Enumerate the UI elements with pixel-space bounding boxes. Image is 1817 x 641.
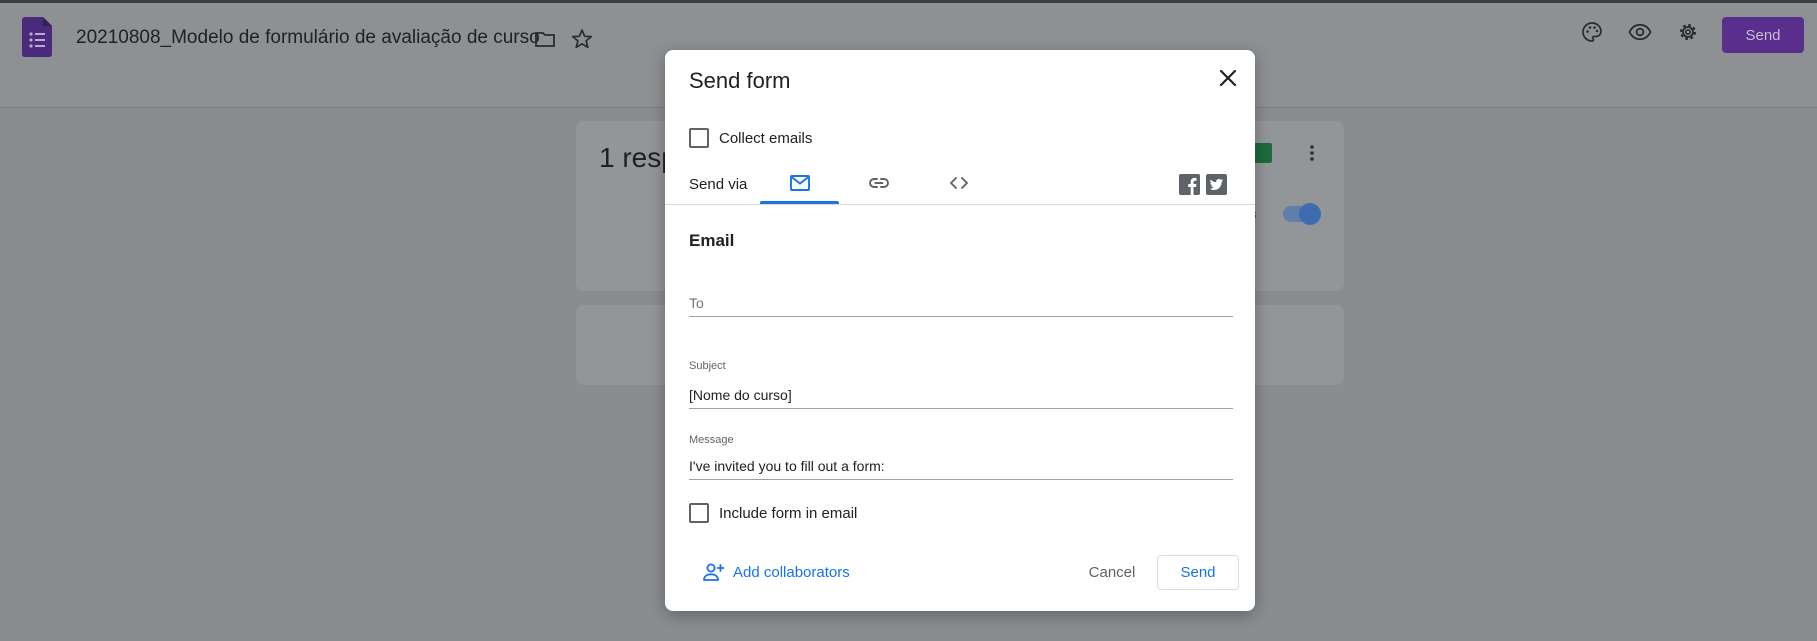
include-form-checkbox[interactable]: [689, 503, 709, 523]
document-title[interactable]: 20210808_Modelo de formulário de avaliaç…: [76, 27, 540, 49]
include-form-label: Include form in email: [719, 505, 858, 522]
to-field-underline: [689, 316, 1233, 317]
tabs-divider: [665, 204, 1255, 205]
star-icon[interactable]: [570, 27, 594, 51]
collect-emails-checkbox[interactable]: [689, 128, 709, 148]
send-via-label: Send via: [689, 176, 748, 193]
forms-logo-icon[interactable]: [22, 17, 52, 57]
gear-icon[interactable]: [1676, 20, 1700, 44]
folder-icon[interactable]: [533, 27, 557, 51]
email-section-title: Email: [689, 231, 735, 250]
add-collaborators-button[interactable]: Add collaborators: [701, 562, 850, 582]
dialog-title: Send form: [689, 68, 791, 93]
message-field-underline: [689, 479, 1233, 480]
subject-field[interactable]: [Nome do curso]: [689, 387, 792, 403]
send-button[interactable]: Send: [1157, 555, 1239, 590]
to-field[interactable]: To: [689, 295, 704, 311]
tab-embed[interactable]: [919, 161, 999, 204]
palette-icon[interactable]: [1580, 20, 1604, 44]
collect-emails-label: Collect emails: [719, 130, 813, 147]
send-form-dialog: Send form Collect emails Send via Email …: [665, 50, 1255, 611]
twitter-icon[interactable]: [1206, 174, 1227, 195]
tab-email[interactable]: [760, 161, 839, 204]
subject-field-underline: [689, 408, 1233, 409]
sheets-icon[interactable]: [1252, 143, 1272, 163]
link-icon: [869, 177, 889, 188]
close-icon[interactable]: [1215, 65, 1241, 91]
message-field[interactable]: I've invited you to fill out a form:: [689, 458, 885, 474]
code-icon: [950, 176, 968, 189]
toggle-knob: [1299, 203, 1321, 225]
person-add-icon: [703, 563, 725, 581]
tab-link[interactable]: [839, 161, 919, 204]
add-collaborators-label: Add collaborators: [733, 563, 850, 581]
subject-label: Subject: [689, 360, 726, 372]
send-button-header[interactable]: Send: [1722, 17, 1804, 53]
more-vert-icon[interactable]: [1302, 143, 1322, 163]
mail-icon: [789, 174, 810, 191]
message-label: Message: [689, 434, 734, 446]
eye-icon[interactable]: [1628, 20, 1652, 44]
facebook-icon[interactable]: [1179, 174, 1200, 195]
cancel-button[interactable]: Cancel: [1077, 555, 1147, 589]
